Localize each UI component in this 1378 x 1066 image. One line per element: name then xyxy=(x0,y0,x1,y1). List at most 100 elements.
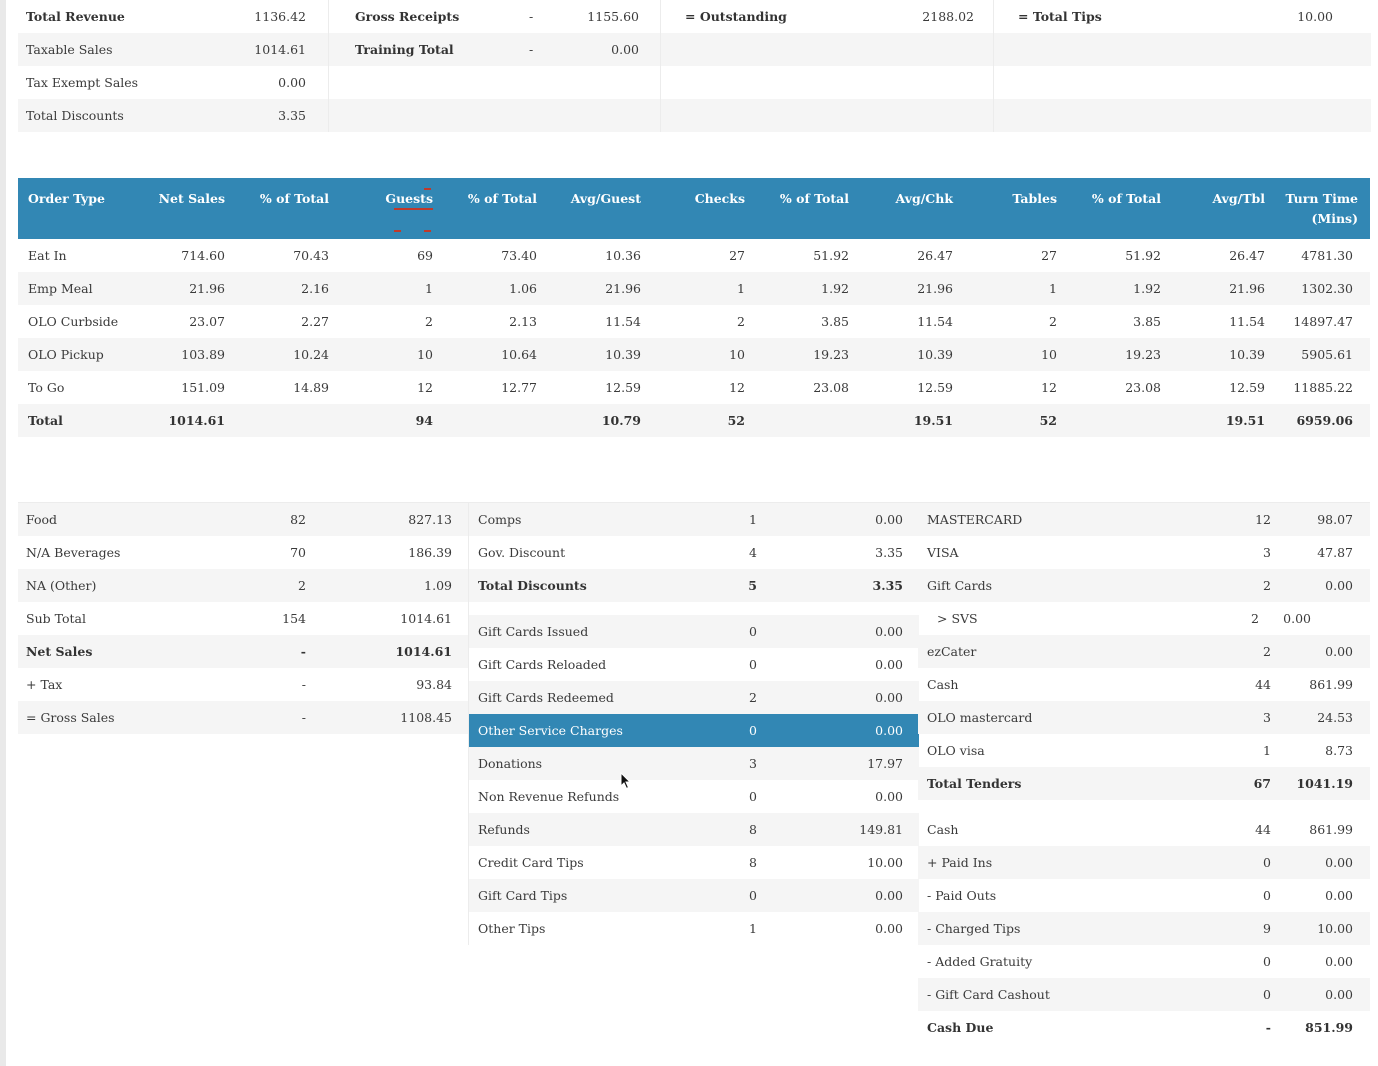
row-amount: 8.73 xyxy=(1325,743,1353,758)
table-cell: 21.96 xyxy=(605,281,641,296)
table-cell: Total xyxy=(28,413,63,428)
row-label: Gift Cards Issued xyxy=(478,624,589,639)
summary-col-outstanding: = Outstanding 2188.02 xyxy=(660,0,994,132)
table-cell: 151.09 xyxy=(181,380,225,395)
row-amount: 0.00 xyxy=(1325,954,1353,969)
row-label: ezCater xyxy=(927,644,977,659)
row-count: 12 xyxy=(1255,512,1271,527)
list-item[interactable]: Gift Cards 2 0.00 xyxy=(918,569,1370,602)
row-amount: 3.35 xyxy=(875,545,903,560)
column-header-avg-tbl[interactable]: Avg/Tbl xyxy=(1212,189,1265,209)
list-item[interactable]: Cash Due - 851.99 xyxy=(918,1011,1370,1044)
summary-value: 2188.02 xyxy=(922,9,974,24)
list-item[interactable]: Gift Card Tips 0 0.00 xyxy=(469,879,919,912)
table-cell: 19.23 xyxy=(813,347,849,362)
table-cell: 12 xyxy=(1041,380,1057,395)
table-cell: 12.77 xyxy=(501,380,537,395)
list-item[interactable]: - Gift Card Cashout 0 0.00 xyxy=(918,978,1370,1011)
list-item[interactable]: OLO mastercard 3 24.53 xyxy=(918,701,1370,734)
row-amount: 861.99 xyxy=(1309,822,1353,837)
sort-indicator-icon xyxy=(424,230,431,232)
list-item[interactable]: N/A Beverages 70 186.39 xyxy=(18,536,468,569)
list-item[interactable]: - Added Gratuity 0 0.00 xyxy=(918,945,1370,978)
summary-row: Training Total - 0.00 xyxy=(329,33,661,66)
row-amount: 0.00 xyxy=(875,723,903,738)
column-header-of-total[interactable]: % of Total xyxy=(468,189,537,209)
list-item[interactable]: Credit Card Tips 8 10.00 xyxy=(469,846,919,879)
row-count: 0 xyxy=(749,723,757,738)
table-cell: 27 xyxy=(729,248,745,263)
row-count: 1 xyxy=(749,921,757,936)
list-item[interactable]: Gift Cards Reloaded 0 0.00 xyxy=(469,648,919,681)
list-item[interactable]: Food 82 827.13 xyxy=(18,503,468,536)
list-item[interactable]: Refunds 8 149.81 xyxy=(469,813,919,846)
row-label: Total Discounts xyxy=(478,578,587,593)
list-item[interactable]: + Paid Ins 0 0.00 xyxy=(918,846,1370,879)
list-item[interactable]: Cash 44 861.99 xyxy=(918,668,1370,701)
summary-col-revenue: Total Revenue 1136.42 Taxable Sales 1014… xyxy=(18,0,328,132)
row-amount: 0.00 xyxy=(875,789,903,804)
column-header-of-total[interactable]: % of Total xyxy=(1092,189,1161,209)
row-label: Gift Cards xyxy=(927,578,993,593)
list-item[interactable]: VISA 3 47.87 xyxy=(918,536,1370,569)
table-cell: 70.43 xyxy=(293,248,329,263)
list-item[interactable]: + Tax - 93.84 xyxy=(18,668,468,701)
column-header-order-type[interactable]: Order Type xyxy=(28,189,105,209)
table-cell: 23.07 xyxy=(189,314,225,329)
row-amount: 1014.61 xyxy=(395,644,452,659)
summary-row-empty xyxy=(661,99,994,132)
column-header-checks[interactable]: Checks xyxy=(695,189,745,209)
list-item[interactable]: Total Tenders 67 1041.19 xyxy=(918,767,1370,800)
row-count: 0 xyxy=(749,789,757,804)
list-item[interactable]: > SVS 2 0.00 xyxy=(918,602,1370,635)
table-cell: 1 xyxy=(425,281,433,296)
column-header-tables[interactable]: Tables xyxy=(1012,189,1057,209)
table-cell: 2.16 xyxy=(301,281,329,296)
list-item[interactable]: Gov. Discount 4 3.35 xyxy=(469,536,919,569)
list-item[interactable]: Sub Total 154 1014.61 xyxy=(18,602,468,635)
table-cell: 3.85 xyxy=(1133,314,1161,329)
row-label: > SVS xyxy=(937,611,978,626)
row-label: Donations xyxy=(478,756,543,771)
list-item[interactable]: Net Sales - 1014.61 xyxy=(18,635,468,668)
list-item[interactable]: Non Revenue Refunds 0 0.00 xyxy=(469,780,919,813)
list-item[interactable]: ezCater 2 0.00 xyxy=(918,635,1370,668)
table-cell: 2 xyxy=(425,314,433,329)
column-header-avg-chk[interactable]: Avg/Chk xyxy=(896,189,953,209)
table-cell: 21.96 xyxy=(1229,281,1265,296)
row-label: Credit Card Tips xyxy=(478,855,584,870)
list-item[interactable]: Gift Cards Issued 0 0.00 xyxy=(469,615,919,648)
list-item[interactable]: - Paid Outs 0 0.00 xyxy=(918,879,1370,912)
list-item[interactable]: Gift Cards Redeemed 2 0.00 xyxy=(469,681,919,714)
table-cell: 2 xyxy=(1049,314,1057,329)
list-item[interactable]: Cash 44 861.99 xyxy=(918,813,1370,846)
column-header-avg-guest[interactable]: Avg/Guest xyxy=(571,189,641,209)
list-item[interactable]: MASTERCARD 12 98.07 xyxy=(918,503,1370,536)
column-header-guests[interactable]: Guests xyxy=(385,189,433,209)
list-item[interactable]: Total Discounts 5 3.35 xyxy=(469,569,919,602)
row-amount: 0.00 xyxy=(1325,888,1353,903)
row-amount: 1.09 xyxy=(424,578,452,593)
column-header-net-sales[interactable]: Net Sales xyxy=(159,189,225,209)
table-cell: 10.39 xyxy=(605,347,641,362)
row-count: 3 xyxy=(1263,710,1271,725)
list-item[interactable]: Donations 3 17.97 xyxy=(469,747,919,780)
summary-label: Training Total xyxy=(355,42,454,57)
list-item[interactable]: OLO visa 1 8.73 xyxy=(918,734,1370,767)
column-header-of-total[interactable]: % of Total xyxy=(260,189,329,209)
sort-underline xyxy=(394,208,433,210)
list-item[interactable]: = Gross Sales - 1108.45 xyxy=(18,701,468,734)
table-cell: 11.54 xyxy=(1229,314,1265,329)
list-item[interactable]: Comps 1 0.00 xyxy=(469,503,919,536)
list-item[interactable]: NA (Other) 2 1.09 xyxy=(18,569,468,602)
summary-value: 3.35 xyxy=(278,108,306,123)
summary-label: Gross Receipts xyxy=(355,9,460,24)
summary-label: Total Discounts xyxy=(26,108,124,123)
row-amount: 0.00 xyxy=(1325,644,1353,659)
list-item[interactable]: - Charged Tips 9 10.00 xyxy=(918,912,1370,945)
column-header-turn-time[interactable]: Turn Time xyxy=(1286,189,1359,209)
list-item[interactable]: Other Tips 1 0.00 xyxy=(469,912,919,945)
column-header-of-total[interactable]: % of Total xyxy=(780,189,849,209)
list-item[interactable]: Other Service Charges 0 0.00 xyxy=(469,714,919,747)
